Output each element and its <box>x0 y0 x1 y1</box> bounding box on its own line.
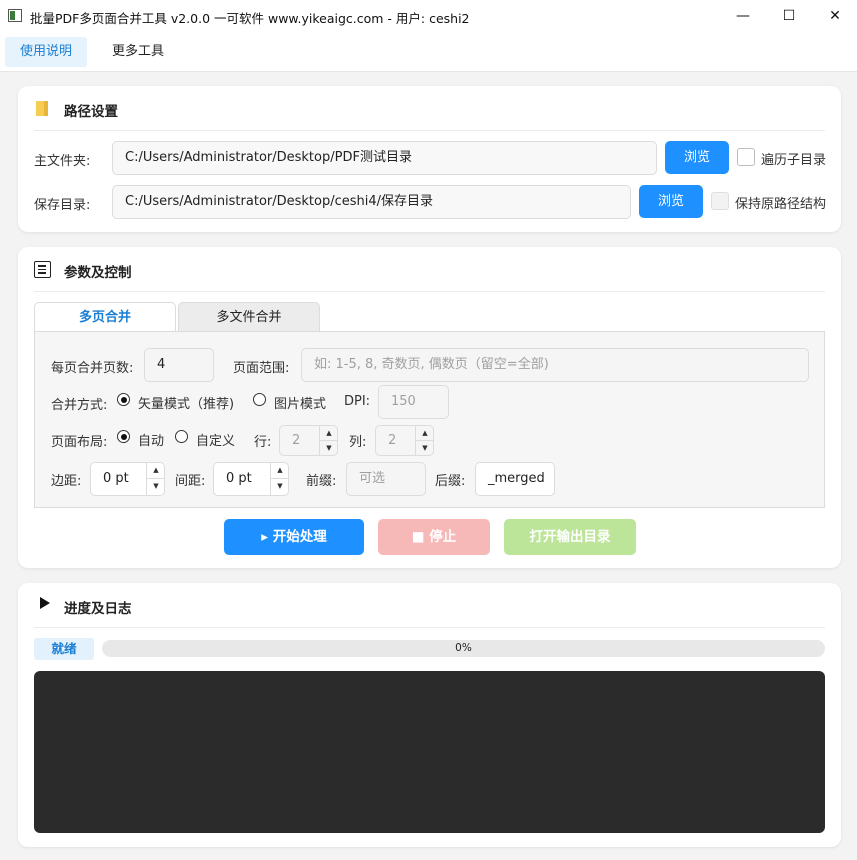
rows-value: 2 <box>292 433 301 448</box>
folder-icon <box>36 101 48 116</box>
params-card: 参数及控制 多页合并 多文件合并 每页合并页数: 4 页面范围: 如: 1-5,… <box>18 247 841 568</box>
status-badge: 就绪 <box>34 638 94 660</box>
image-mode-label: 图片模式 <box>274 397 327 412</box>
page-range-input[interactable]: 如: 1-5, 8, 奇数页, 偶数页（留空=全部) <box>301 348 809 382</box>
rows-label: 行: <box>254 435 272 450</box>
rows-down-icon[interactable]: ▼ <box>320 441 337 456</box>
progress-title: 进度及日志 <box>64 601 132 617</box>
margin-stepper[interactable]: 0 pt ▲ ▼ <box>90 462 165 496</box>
cols-down-icon[interactable]: ▼ <box>416 441 433 456</box>
tab-multifile-merge[interactable]: 多文件合并 <box>178 302 320 332</box>
keep-structure-checkbox[interactable] <box>711 192 729 210</box>
menu-bar: 使用说明 更多工具 <box>0 32 857 72</box>
cols-label: 列: <box>349 435 367 450</box>
play-icon <box>40 597 50 609</box>
dpi-input[interactable]: 150 <box>378 385 449 419</box>
open-output-button[interactable]: 打开输出目录 <box>504 519 636 555</box>
vector-mode-radio[interactable] <box>117 393 130 406</box>
progress-percent: 0% <box>455 642 472 654</box>
page-layout-label: 页面布局: <box>51 435 108 450</box>
cols-value: 2 <box>388 433 397 448</box>
dpi-label: DPI: <box>344 394 371 409</box>
vector-mode-label: 矢量模式（推荐) <box>138 397 235 412</box>
margin-down-icon[interactable]: ▼ <box>147 479 164 495</box>
window-title: 批量PDF多页面合并工具 v2.0.0 一可软件 www.yikeaigc.co… <box>30 11 470 26</box>
browse-main-button[interactable]: 浏览 <box>665 141 729 174</box>
prefix-label: 前缀: <box>306 474 337 489</box>
multipage-panel: 每页合并页数: 4 页面范围: 如: 1-5, 8, 奇数页, 偶数页（留空=全… <box>34 331 825 508</box>
margin-up-icon[interactable]: ▲ <box>147 463 164 479</box>
main-folder-label: 主文件夹: <box>34 154 91 169</box>
recurse-subdirs-label: 遍历子目录 <box>761 153 827 168</box>
tab-multipage-merge[interactable]: 多页合并 <box>34 302 176 332</box>
layout-auto-label: 自动 <box>138 434 165 449</box>
rows-up-icon[interactable]: ▲ <box>320 426 337 441</box>
progress-card: 进度及日志 就绪 0% <box>18 583 841 847</box>
progress-header: 进度及日志 <box>34 583 825 628</box>
params-title: 参数及控制 <box>64 265 132 281</box>
save-folder-label: 保存目录: <box>34 198 91 213</box>
log-output[interactable] <box>34 671 825 833</box>
start-button[interactable]: ▸ 开始处理 <box>224 519 364 555</box>
recurse-subdirs-checkbox[interactable] <box>737 148 755 166</box>
menu-item-more-tools[interactable]: 更多工具 <box>97 37 179 67</box>
progress-bar: 0% <box>102 640 825 657</box>
suffix-label: 后缀: <box>435 474 466 489</box>
path-settings-title: 路径设置 <box>64 104 118 120</box>
keep-structure-label: 保持原路径结构 <box>735 197 827 212</box>
merge-mode-label: 合并方式: <box>51 398 108 413</box>
list-icon <box>34 261 51 278</box>
layout-custom-label: 自定义 <box>196 434 236 449</box>
layout-custom-radio[interactable] <box>175 430 188 443</box>
menu-item-instructions[interactable]: 使用说明 <box>5 37 88 67</box>
title-bar: 批量PDF多页面合并工具 v2.0.0 一可软件 www.yikeaigc.co… <box>0 0 857 32</box>
spacing-down-icon[interactable]: ▼ <box>271 479 288 495</box>
params-header: 参数及控制 <box>34 247 825 292</box>
layout-auto-radio[interactable] <box>117 430 130 443</box>
margin-label: 边距: <box>51 474 82 489</box>
prefix-input[interactable]: 可选 <box>346 462 426 496</box>
cols-up-icon[interactable]: ▲ <box>416 426 433 441</box>
spacing-value: 0 pt <box>226 471 252 486</box>
stop-button[interactable]: ■ 停止 <box>378 519 490 555</box>
pages-per-sheet-label: 每页合并页数: <box>51 361 134 376</box>
pages-per-sheet-input[interactable]: 4 <box>144 348 214 382</box>
browse-save-button[interactable]: 浏览 <box>639 185 703 218</box>
spacing-stepper[interactable]: 0 pt ▲ ▼ <box>213 462 289 496</box>
app-icon <box>8 9 22 22</box>
main-folder-input[interactable]: C:/Users/Administrator/Desktop/PDF测试目录 <box>112 141 657 175</box>
rows-stepper[interactable]: 2 ▲ ▼ <box>279 425 338 456</box>
save-folder-input[interactable]: C:/Users/Administrator/Desktop/ceshi4/保存… <box>112 185 631 219</box>
image-mode-radio[interactable] <box>253 393 266 406</box>
suffix-input[interactable]: _merged <box>475 462 555 496</box>
maximize-button[interactable]: ☐ <box>766 0 812 32</box>
cols-stepper[interactable]: 2 ▲ ▼ <box>375 425 434 456</box>
params-tabs: 多页合并 多文件合并 <box>34 302 825 332</box>
minimize-button[interactable]: — <box>720 0 766 32</box>
page-range-label: 页面范围: <box>233 361 290 376</box>
spacing-up-icon[interactable]: ▲ <box>271 463 288 479</box>
spacing-label: 间距: <box>175 474 206 489</box>
close-button[interactable]: ✕ <box>812 0 857 32</box>
path-settings-card: 路径设置 主文件夹: C:/Users/Administrator/Deskto… <box>18 86 841 232</box>
margin-value: 0 pt <box>103 471 129 486</box>
path-settings-header: 路径设置 <box>34 86 825 131</box>
